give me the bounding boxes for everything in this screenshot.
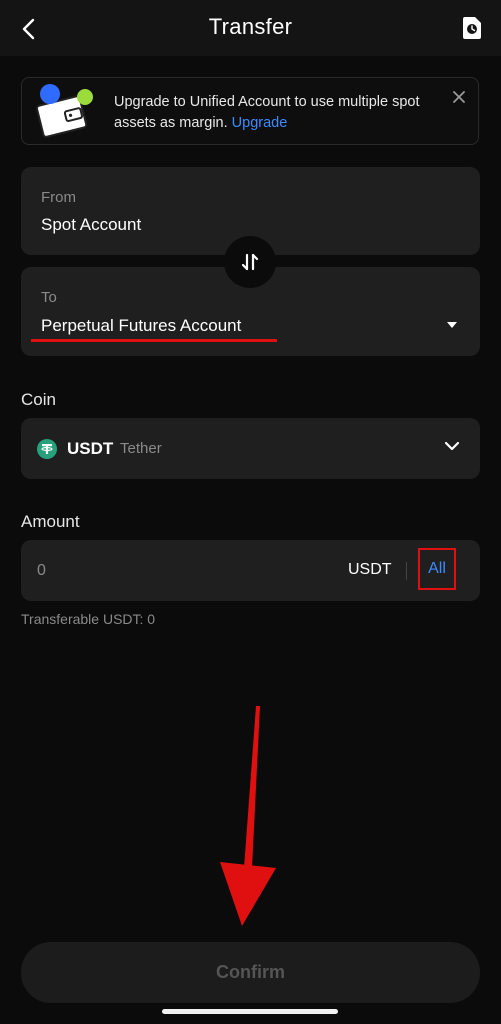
upgrade-link[interactable]: Upgrade <box>232 115 288 131</box>
to-label: To <box>41 289 57 306</box>
banner-message: Upgrade to Unified Account to use multip… <box>114 92 454 134</box>
amount-field: USDT All <box>21 540 480 601</box>
confirm-button[interactable]: Confirm <box>21 942 480 1003</box>
swap-arrows-icon <box>241 253 259 271</box>
swap-accounts-button[interactable] <box>224 236 276 288</box>
upgrade-banner: Upgrade to Unified Account to use multip… <box>21 77 479 145</box>
top-bar: Transfer <box>0 0 501 56</box>
coin-name: Tether <box>120 440 162 457</box>
history-clock-icon[interactable] <box>461 16 483 40</box>
coin-section-label: Coin <box>21 390 56 409</box>
amount-section-label: Amount <box>21 512 80 531</box>
tether-coin-icon <box>37 439 57 459</box>
close-icon[interactable] <box>452 90 466 104</box>
divider <box>406 562 407 580</box>
amount-unit: USDT <box>348 561 392 578</box>
caret-down-icon <box>447 322 457 328</box>
from-label: From <box>41 189 76 206</box>
home-indicator <box>162 1009 338 1014</box>
amount-input[interactable] <box>37 559 327 583</box>
wallet-illustration-icon <box>35 84 93 138</box>
from-account-value: Spot Account <box>41 215 142 234</box>
highlight-underline <box>31 339 277 342</box>
chevron-down-icon <box>444 441 460 451</box>
red-arrow-annotation <box>220 706 276 926</box>
coin-symbol: USDT <box>67 439 114 458</box>
page-title: Transfer <box>208 14 293 39</box>
coin-selector[interactable]: USDT Tether <box>21 418 480 479</box>
transferable-balance: Transferable USDT: 0 <box>21 611 156 627</box>
all-button[interactable]: All <box>418 548 456 590</box>
to-account-value: Perpetual Futures Account <box>41 316 242 335</box>
